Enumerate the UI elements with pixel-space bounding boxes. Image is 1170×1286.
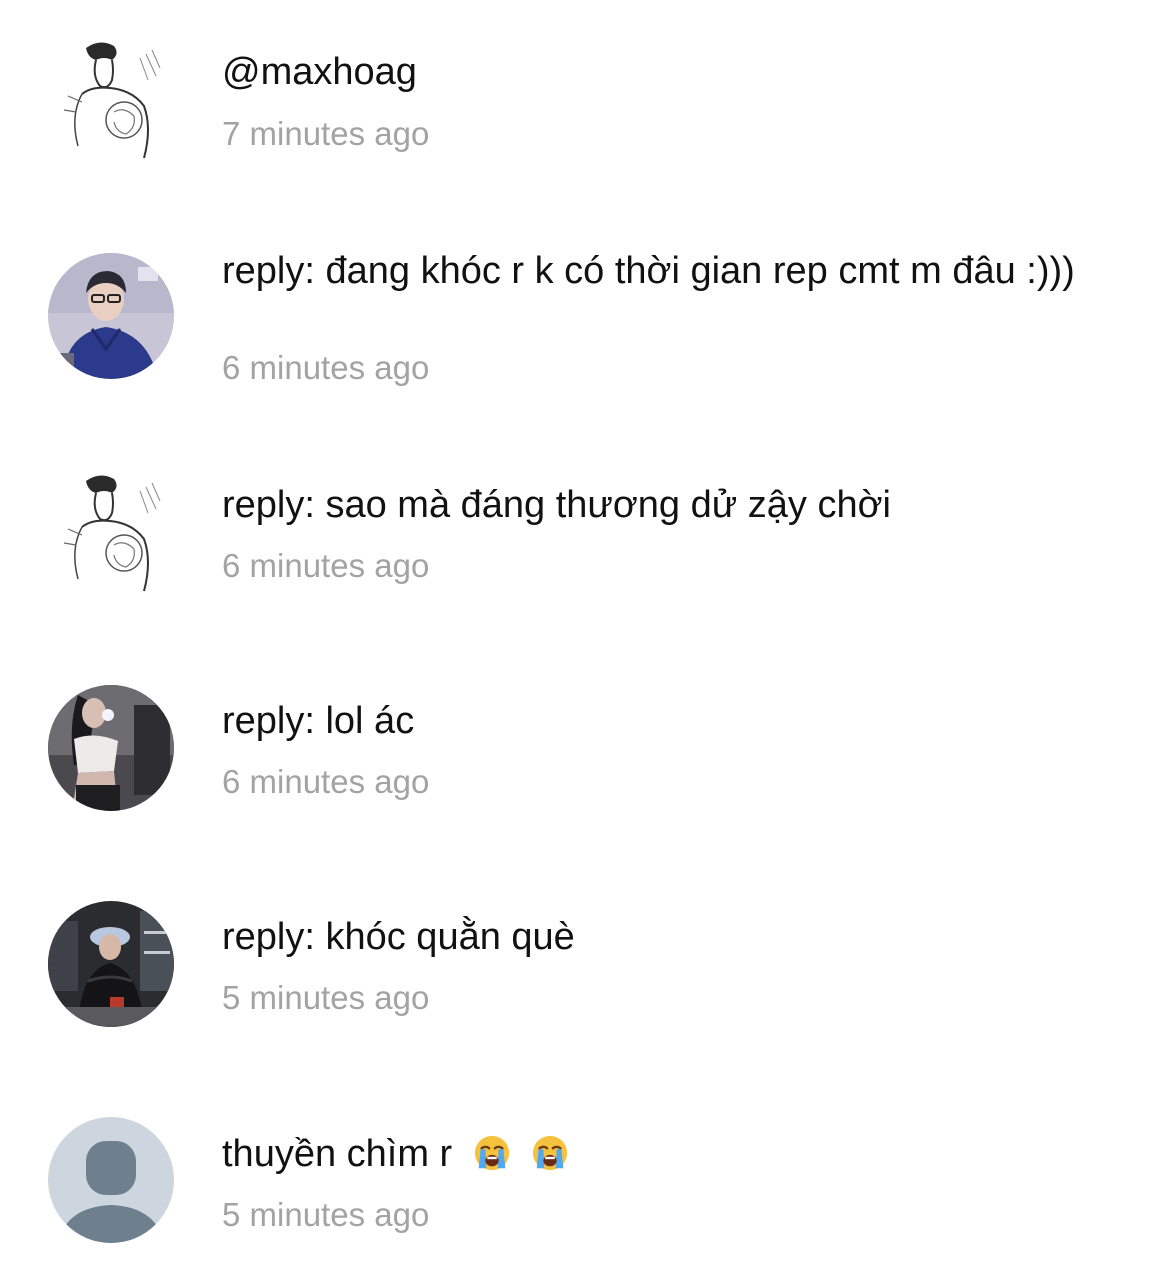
comment-timestamp: 5 minutes ago	[222, 979, 430, 1016]
sketch-avatar-icon[interactable]	[48, 36, 174, 162]
photo-avatar-icon[interactable]	[48, 253, 174, 379]
default-user-avatar-icon[interactable]	[48, 1117, 174, 1243]
comment-text: reply: sao mà đáng thương dử zậy chời	[222, 484, 891, 526]
comment-timestamp: 6 minutes ago	[222, 547, 430, 584]
comment-text: reply: đang khóc r k có thời gian rep cm…	[222, 250, 1075, 292]
photo-avatar-icon[interactable]	[48, 685, 174, 811]
comment-text: @maxhoag	[222, 51, 417, 93]
comment-timestamp: 5 minutes ago	[222, 1196, 430, 1233]
comment-timestamp: 7 minutes ago	[222, 115, 430, 152]
photo-avatar-icon[interactable]	[48, 901, 174, 1027]
comment-timestamp: 6 minutes ago	[222, 349, 430, 386]
sketch-avatar-icon[interactable]	[48, 469, 174, 595]
comment-text: reply: khóc quằn què	[222, 916, 575, 958]
comment-text: thuyền chìm r	[222, 1128, 1102, 1180]
comment-text-content: thuyền chìm r	[222, 1133, 453, 1175]
comment-text: reply: lol ác	[222, 700, 415, 742]
comment-timestamp: 6 minutes ago	[222, 763, 430, 800]
loudly-crying-face-emoji-icon	[531, 1134, 569, 1172]
loudly-crying-face-emoji-icon	[473, 1134, 511, 1172]
